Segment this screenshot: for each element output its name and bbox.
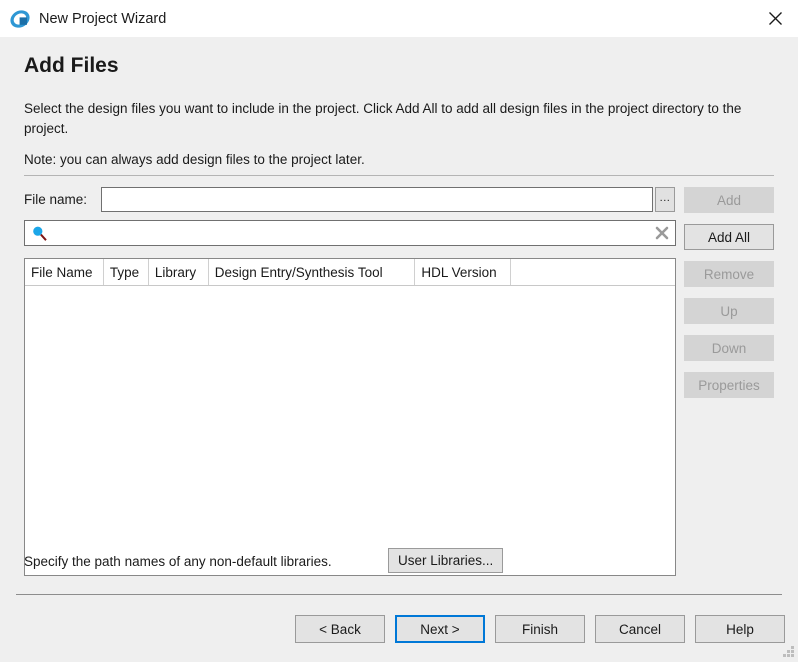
- side-button-add-all[interactable]: Add All: [684, 224, 774, 250]
- user-libraries-label: Specify the path names of any non-defaul…: [24, 554, 332, 569]
- separator-top: [24, 175, 774, 176]
- wizard-button-next[interactable]: Next >: [395, 615, 485, 643]
- side-button-properties: Properties: [684, 372, 774, 398]
- table-column-header[interactable]: [511, 259, 675, 285]
- table-body[interactable]: [25, 286, 675, 575]
- table-column-header[interactable]: File Name: [25, 259, 104, 285]
- wizard-button-finish[interactable]: Finish: [495, 615, 585, 643]
- page-note: Note: you can always add design files to…: [24, 152, 365, 167]
- table-column-header[interactable]: Type: [104, 259, 149, 285]
- side-button-down: Down: [684, 335, 774, 361]
- resize-grip[interactable]: [782, 645, 796, 659]
- file-list-table[interactable]: File Name Type Library Design Entry/Synthes…: [24, 258, 676, 576]
- title-bar: New Project Wizard: [0, 0, 798, 37]
- browse-button[interactable]: ...: [655, 187, 675, 212]
- search-field[interactable]: [24, 220, 676, 246]
- side-button-up: Up: [684, 298, 774, 324]
- user-libraries-button[interactable]: User Libraries...: [388, 548, 504, 573]
- page-title: Add Files: [24, 54, 119, 77]
- side-button-remove: Remove: [684, 261, 774, 287]
- file-name-input[interactable]: [101, 187, 653, 212]
- table-column-header[interactable]: Design Entry/Synthesis Tool: [209, 259, 416, 285]
- search-input[interactable]: [53, 222, 653, 246]
- separator-bottom: [16, 594, 782, 595]
- wizard-button-cancel[interactable]: Cancel: [595, 615, 685, 643]
- magnifier-icon: [31, 225, 48, 242]
- wizard-button-help[interactable]: Help: [695, 615, 785, 643]
- window-title: New Project Wizard: [39, 10, 167, 27]
- clear-x-icon[interactable]: [654, 225, 670, 241]
- wizard-button-back[interactable]: < Back: [295, 615, 385, 643]
- quartus-globe-icon: [9, 8, 31, 30]
- table-column-header[interactable]: Library: [149, 259, 209, 285]
- dialog-content: Add Files Select the design files you wa…: [0, 37, 798, 661]
- file-name-label: File name:: [24, 192, 88, 207]
- page-description: Select the design files you want to incl…: [24, 101, 742, 136]
- side-button-add: Add: [684, 187, 774, 213]
- close-icon[interactable]: [752, 0, 798, 37]
- table-header-row: File Name Type Library Design Entry/Synthes…: [25, 259, 675, 286]
- table-column-header[interactable]: HDL Version: [415, 259, 512, 285]
